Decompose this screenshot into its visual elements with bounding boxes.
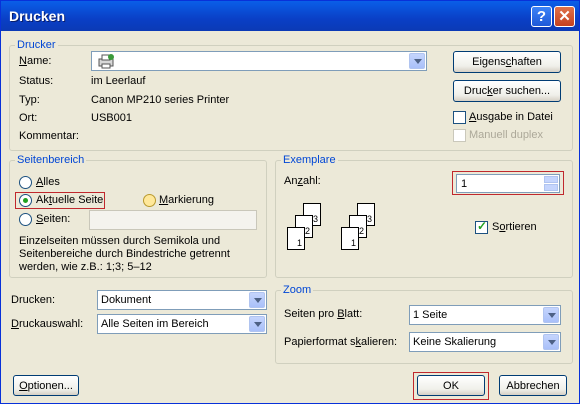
zoom-legend: Zoom [283, 284, 312, 296]
scale-label: Papierformat skalieren: [284, 336, 398, 348]
pages-per-sheet-select[interactable]: 1 Seite [409, 305, 561, 325]
comment-label: Kommentar: [19, 130, 79, 142]
range-hint-line3: werden, wie z.B.: 1;3; 5–12 [19, 261, 152, 273]
print-what-select[interactable]: Dokument [97, 290, 267, 310]
scale-value: Keine Skalierung [413, 336, 497, 348]
range-all-radio[interactable] [19, 176, 32, 189]
cancel-button[interactable]: Abbrechen [499, 375, 567, 396]
manual-duplex-label: Manuell duplex [469, 129, 543, 141]
range-current-page-label: Aktuelle Seite [36, 194, 104, 206]
print-selection-value: Alle Seiten im Bereich [101, 318, 209, 330]
range-hint-line2: Seitenbereiche durch Bindestriche getren… [19, 248, 230, 260]
checkmark-icon: ✓ [477, 219, 488, 233]
range-selection-radio[interactable] [143, 194, 156, 207]
collate-page-1b: 1 [341, 227, 359, 250]
printer-icon [96, 53, 116, 72]
range-selection-label: Markierung [159, 194, 215, 206]
manual-duplex-checkbox[interactable] [453, 129, 466, 142]
collate-label: Sortieren [492, 221, 537, 233]
spin-down-icon[interactable] [544, 184, 558, 191]
print-to-file-checkbox[interactable] [453, 111, 466, 124]
ok-button[interactable]: OK [417, 375, 485, 396]
range-all-label: Alles [36, 176, 60, 188]
properties-button[interactable]: Eigenschaften [453, 51, 561, 73]
chevron-down-icon[interactable] [409, 53, 425, 69]
printer-name-select[interactable] [91, 51, 427, 71]
title-bar[interactable]: Drucken ? ✕ [1, 1, 579, 31]
print-selection-select[interactable]: Alle Seiten im Bereich [97, 314, 267, 334]
print-what-value: Dokument [101, 294, 152, 306]
page-range-legend: Seitenbereich [17, 154, 85, 166]
chevron-down-icon[interactable] [543, 307, 559, 323]
print-what-label: Drucken: [11, 294, 56, 306]
options-button[interactable]: Optionen... [13, 375, 79, 396]
range-current-page-radio[interactable] [19, 194, 32, 207]
pages-per-sheet-label: Seiten pro Blatt: [284, 308, 363, 320]
print-selection-label: Druckauswahl: [11, 318, 84, 330]
pages-per-sheet-value: 1 Seite [413, 309, 448, 321]
location-value: USB001 [91, 112, 132, 124]
copies-count-value: 1 [461, 178, 468, 190]
close-button[interactable]: ✕ [554, 6, 575, 27]
range-hint-line1: Einzelseiten müssen durch Semikola und [19, 235, 221, 247]
find-printer-button[interactable]: Drucker suchen... [453, 80, 561, 102]
pages-input[interactable] [89, 210, 257, 230]
print-to-file-label: Ausgabe in Datei [469, 111, 553, 123]
printer-legend: Drucker [17, 39, 56, 51]
collate-page-1a: 1 [287, 227, 305, 250]
range-pages-radio[interactable] [19, 213, 32, 226]
chevron-down-icon[interactable] [543, 334, 559, 350]
scale-select[interactable]: Keine Skalierung [409, 332, 561, 352]
copies-spinner[interactable]: 1 [456, 174, 560, 193]
dialog-title: Drucken [9, 8, 66, 24]
chevron-down-icon[interactable] [249, 316, 265, 332]
location-label: Ort: [19, 112, 38, 124]
type-value: Canon MP210 series Printer [91, 94, 230, 106]
chevron-down-icon[interactable] [249, 292, 265, 308]
type-label: Typ: [19, 94, 40, 106]
status-value: im Leerlauf [91, 75, 146, 87]
copies-count-label: Anzahl: [284, 175, 321, 187]
help-button[interactable]: ? [531, 6, 552, 27]
collate-checkbox[interactable]: ✓ [475, 219, 488, 234]
printer-name-label: Name: [19, 55, 52, 67]
status-label: Status: [19, 75, 54, 87]
print-dialog: Drucken ? ✕ Drucker Name: Status: im Lee… [0, 0, 580, 404]
copies-legend: Exemplare [283, 154, 336, 166]
spin-up-icon[interactable] [544, 176, 558, 183]
range-pages-label: Seiten: [36, 213, 71, 225]
